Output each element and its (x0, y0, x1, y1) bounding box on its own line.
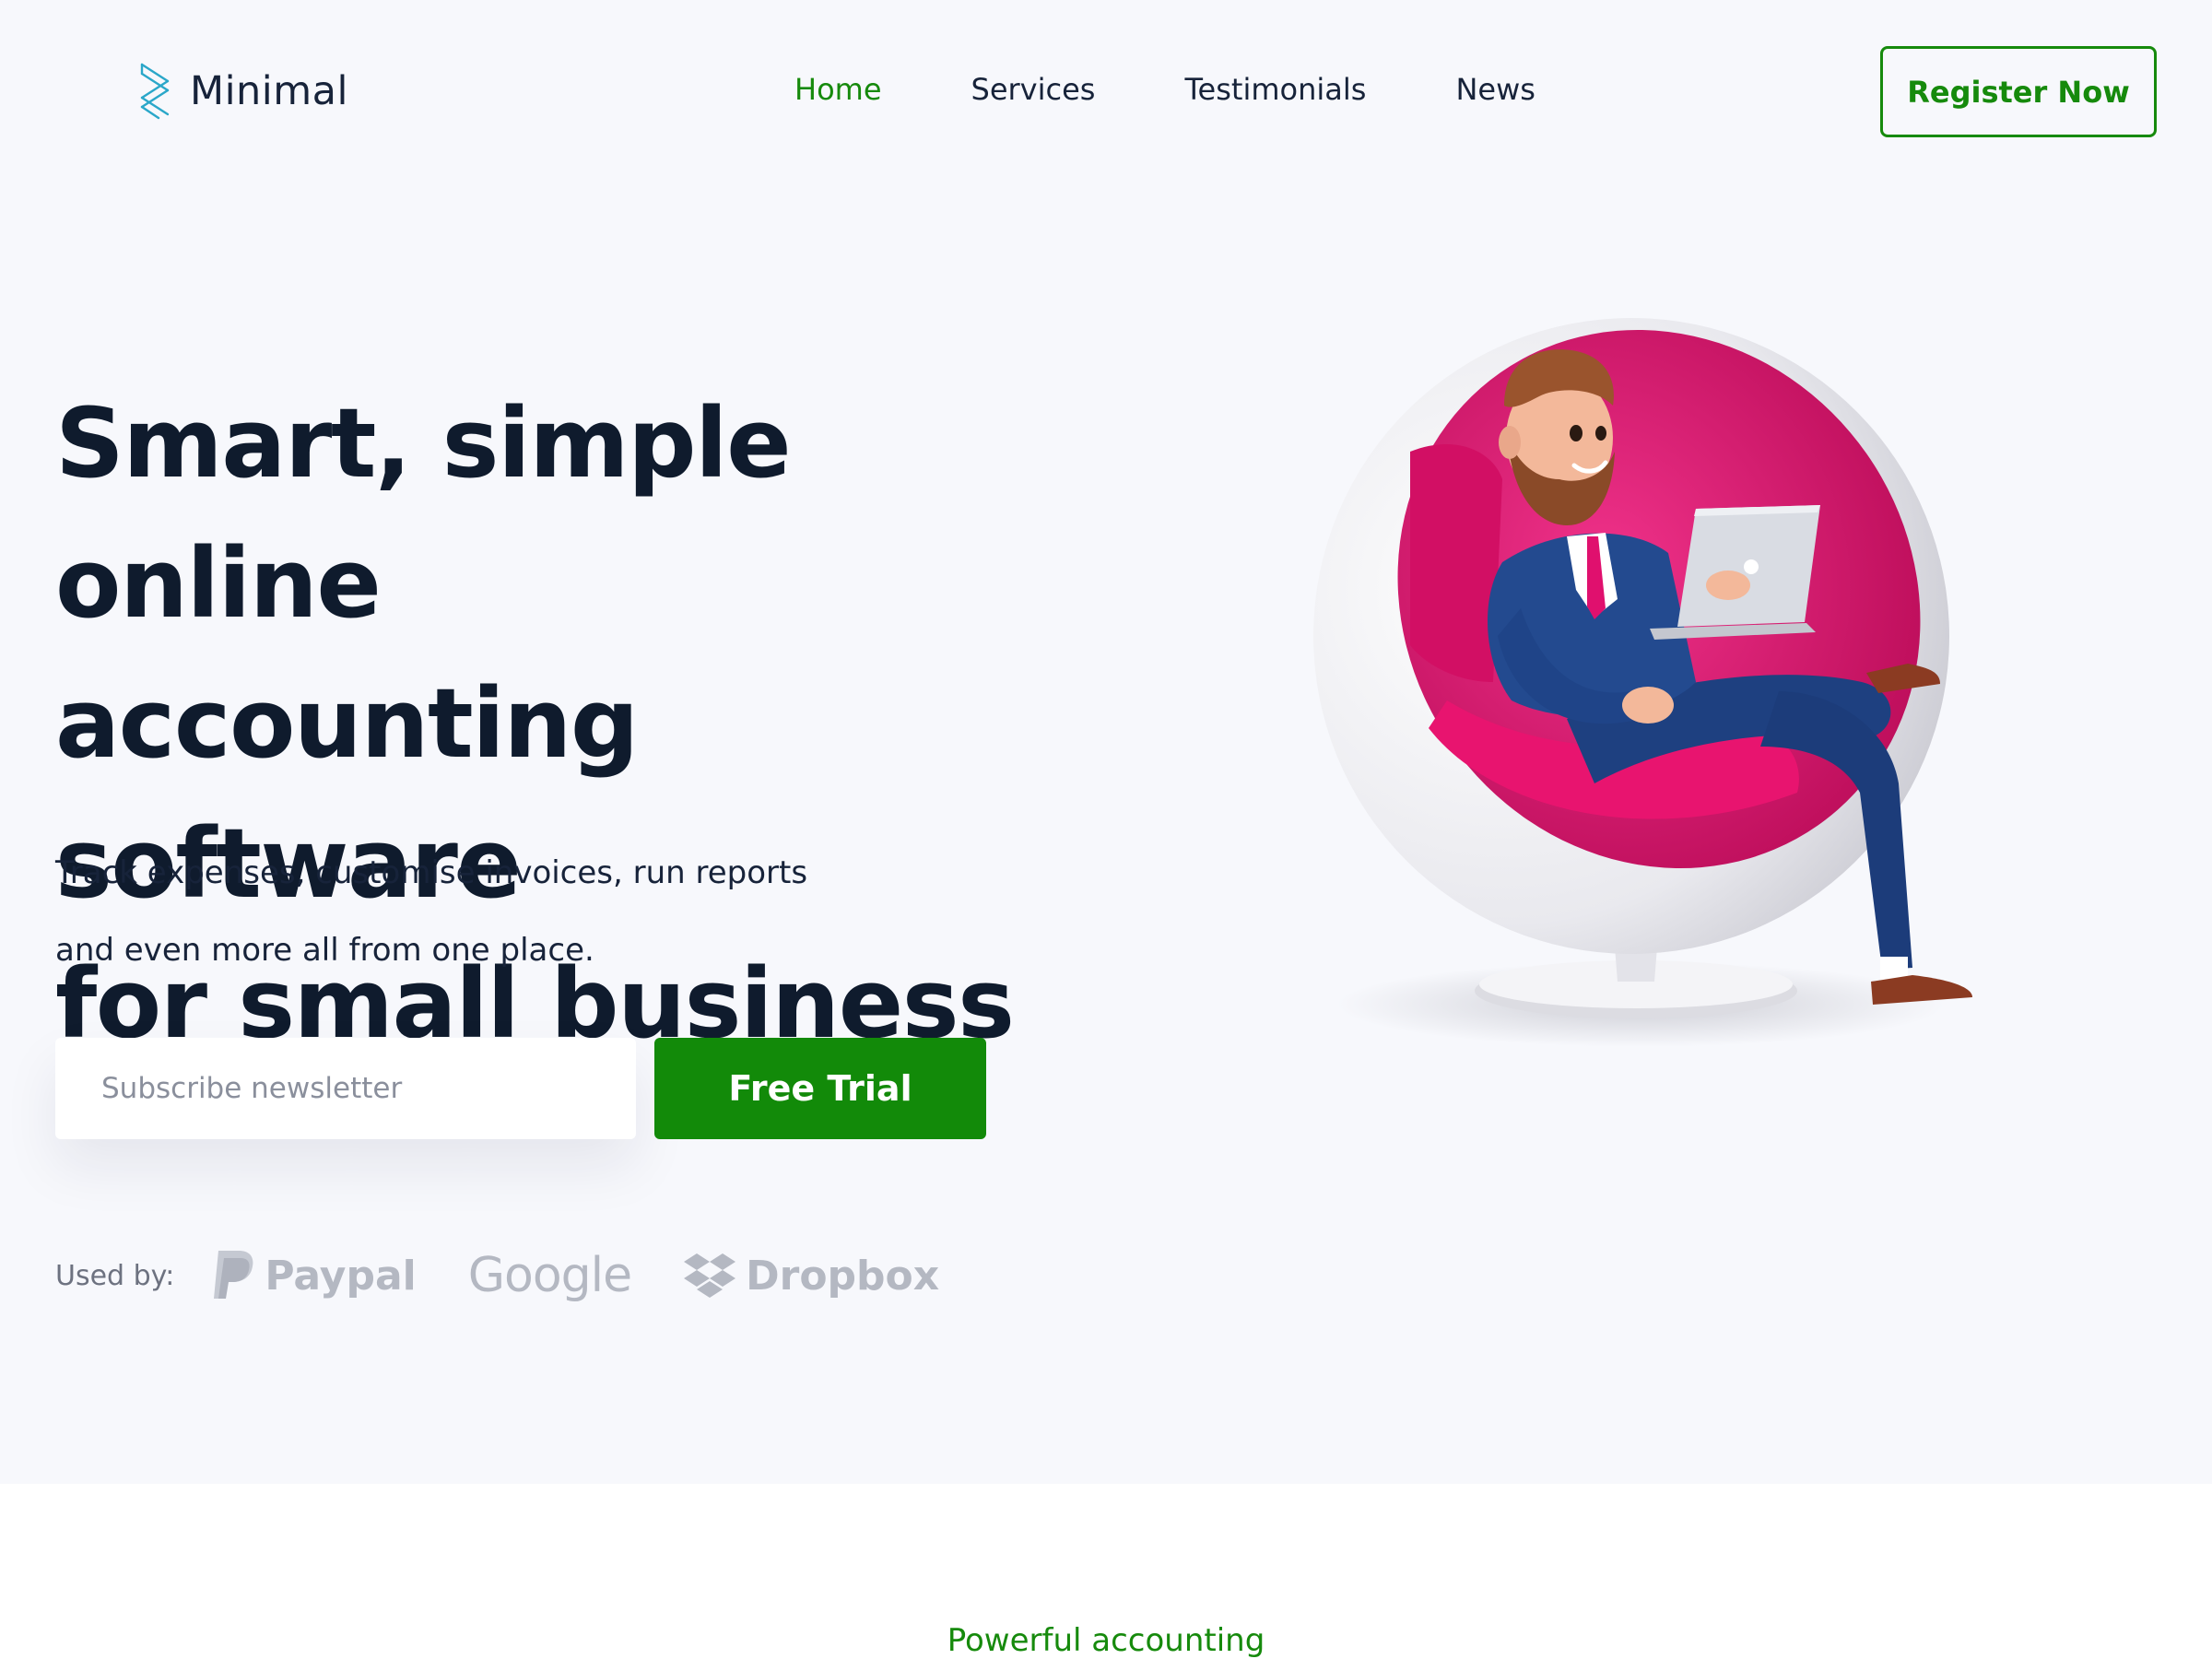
brand-google-name: Google (467, 1248, 632, 1303)
register-now-button[interactable]: Register Now (1880, 46, 2157, 137)
features-eyebrow: Powerful accounting (947, 1622, 1265, 1659)
nav-services[interactable]: Services (971, 72, 1096, 107)
logo[interactable]: Minimal (138, 61, 348, 122)
nav-home[interactable]: Home (794, 72, 882, 107)
hero-subtitle: Track expenses, customise invoices, run … (55, 834, 885, 989)
hero-subtitle-line: Track expenses, customise invoices, run … (55, 854, 808, 891)
nav-testimonials[interactable]: Testimonials (1184, 72, 1366, 107)
brand-google: Google (467, 1248, 632, 1303)
logo-mark-icon (140, 63, 170, 120)
hero-subtitle-line: and even more all from one place. (55, 932, 594, 969)
used-by-row: Used by: Paypal Google Dropbox (55, 1241, 939, 1311)
brand-paypal: Paypal (209, 1249, 417, 1302)
logo-text: Minimal (190, 68, 348, 114)
paypal-icon (214, 1251, 253, 1299)
dropbox-icon (684, 1253, 736, 1298)
hero-illustration (1313, 318, 1972, 1047)
main-nav: Home Services Testimonials News (794, 72, 1535, 107)
brand-paypal-name: Paypal (265, 1252, 417, 1300)
free-trial-button[interactable]: Free Trial (654, 1038, 986, 1139)
used-by-label: Used by: (55, 1259, 175, 1292)
nav-news[interactable]: News (1455, 72, 1535, 107)
subscribe-newsletter-input[interactable] (55, 1038, 636, 1139)
features-section: Powerful accounting (0, 1484, 2212, 1659)
landing-page: Minimal Home Services Testimonials News … (0, 0, 2212, 1659)
brand-dropbox-name: Dropbox (746, 1252, 940, 1300)
brand-dropbox: Dropbox (683, 1252, 939, 1300)
subscribe-field-wrapper (55, 1038, 636, 1139)
hero-title-line: Smart, simple online (55, 387, 792, 640)
site-header: Minimal Home Services Testimonials News … (0, 0, 2212, 184)
